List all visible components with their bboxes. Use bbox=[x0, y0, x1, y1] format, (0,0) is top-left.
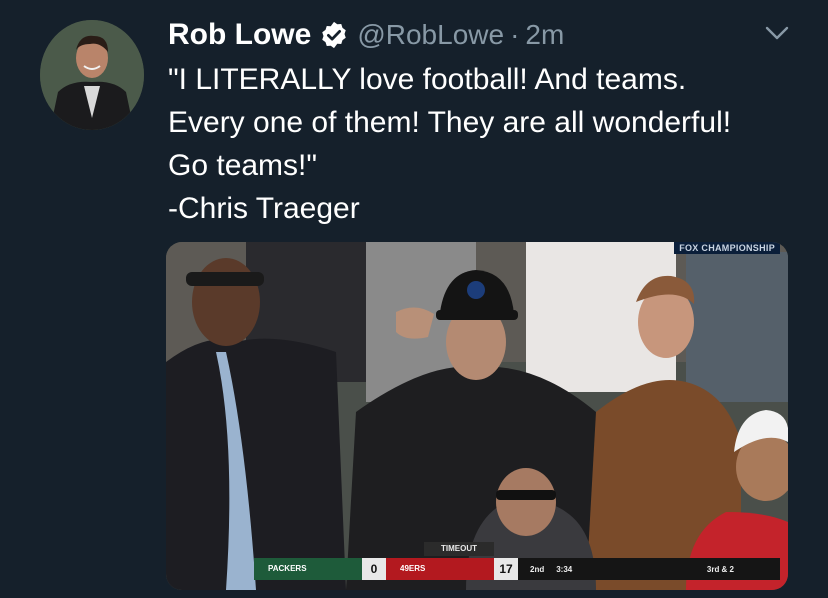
tweet-text-line: "I LITERALLY love football! And teams. bbox=[168, 63, 687, 96]
tweet-header: Rob Lowe @RobLowe · 2m bbox=[168, 14, 788, 56]
tweet-text-line: -Chris Traeger bbox=[168, 192, 360, 225]
avatar[interactable] bbox=[40, 20, 144, 130]
tweet-text: "I LITERALLY love football! And teams. E… bbox=[168, 58, 808, 230]
scorebug-bar: PACKERS 0 49ERS 17 2nd 3:34 3rd & 2 bbox=[254, 558, 780, 580]
away-team-score: 17 bbox=[494, 558, 518, 580]
profile-photo bbox=[40, 20, 144, 130]
user-handle[interactable]: @RobLowe bbox=[357, 19, 504, 51]
separator-dot: · bbox=[510, 19, 520, 50]
broadcast-bug: FOX CHAMPIONSHIP bbox=[674, 242, 780, 254]
tweet-text-line: Every one of them! They are all wonderfu… bbox=[168, 106, 732, 139]
game-clock: 3:34 bbox=[556, 564, 573, 574]
tweet-text-line: Go teams!" bbox=[168, 149, 318, 182]
away-team-name: 49ERS bbox=[386, 558, 494, 580]
home-team-score: 0 bbox=[362, 558, 386, 580]
verified-badge-icon bbox=[322, 21, 347, 49]
chevron-down-icon[interactable] bbox=[764, 24, 790, 42]
quarter: 2nd bbox=[530, 564, 545, 574]
down-and-distance: 3rd & 2 bbox=[706, 564, 734, 574]
scorebug: TIMEOUT PACKERS 0 49ERS 17 2nd 3:34 3rd … bbox=[166, 542, 788, 582]
tweet-media-image[interactable]: FOX CHAMPIONSHIP TIMEOUT PACKERS 0 49ERS… bbox=[166, 242, 788, 590]
stadium-crowd-photo bbox=[166, 242, 788, 590]
display-name[interactable]: Rob Lowe bbox=[168, 18, 311, 52]
timeout-label: TIMEOUT bbox=[424, 542, 494, 556]
timestamp[interactable]: 2m bbox=[525, 19, 564, 51]
home-team-name: PACKERS bbox=[254, 558, 362, 580]
